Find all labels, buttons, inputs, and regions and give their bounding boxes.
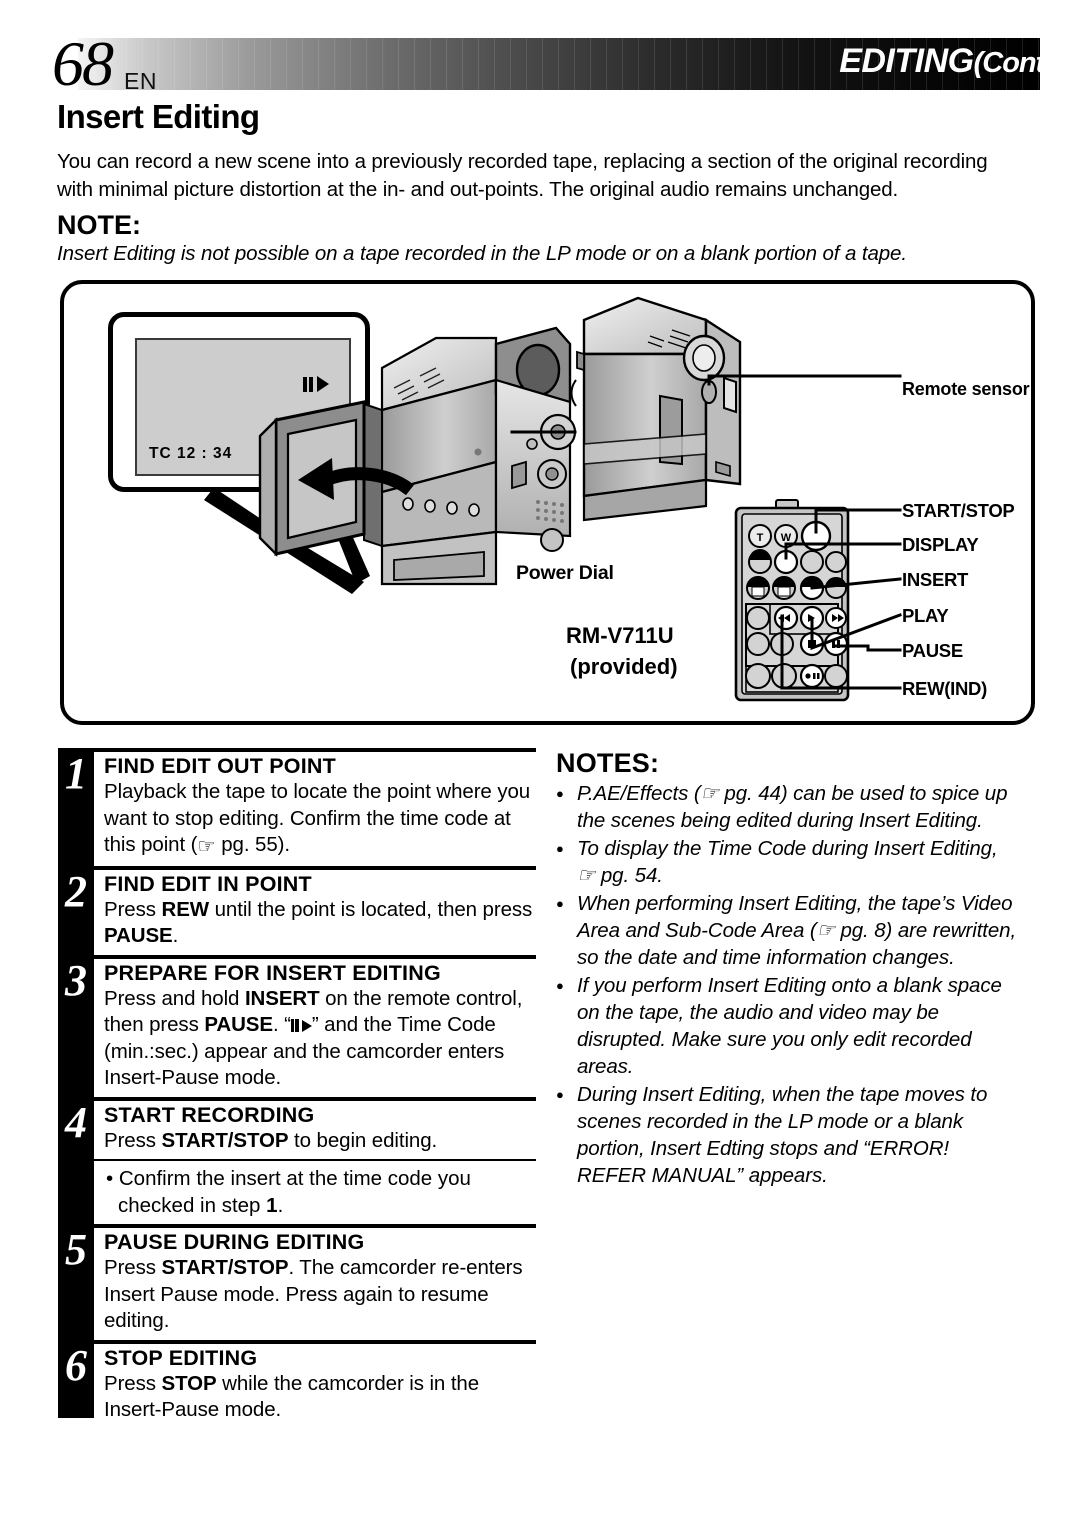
header-title-cont: (Cont.) (973, 47, 1061, 79)
remote-control-illustration: T W (734, 499, 850, 702)
step-2-text-c: . (172, 924, 179, 947)
page-header: 68 EN EDITING(Cont.) (0, 32, 1080, 96)
step-3-title: PREPARE FOR INSERT EDITING (104, 960, 441, 985)
step-3-text-c: . “ (272, 1013, 291, 1036)
step-2-key-rew: REW (161, 897, 210, 921)
note-item: To display the Time Code during Insert E… (556, 835, 1018, 889)
step-4-subnote-step-ref: 1 (266, 1193, 278, 1217)
insert-pause-icon-inline (290, 1019, 312, 1032)
label-remote-start-stop: START/STOP (902, 500, 1015, 521)
step-6-title: STOP EDITING (104, 1345, 258, 1370)
illustration-panel: TC 12 : 34 T W Remote sensor Power Dial … (60, 280, 1035, 725)
lcd-callout-bubble: TC 12 : 34 (108, 312, 370, 492)
step-2-key-pause: PAUSE (104, 924, 173, 947)
step-2-title: FIND EDIT IN POINT (104, 871, 312, 896)
svg-text:T: T (757, 532, 764, 544)
step-4: 4 START RECORDING Press START/STOP to be… (65, 1096, 536, 1160)
notes-heading: NOTES: (556, 748, 660, 778)
step-1-number: 1 (65, 749, 87, 798)
step-4-body: Press START/STOP to begin editing. (104, 1128, 536, 1160)
step-4-text-b: to begin editing. (288, 1128, 438, 1152)
step-1-text-b: pg. 55). (215, 833, 290, 856)
note-text: Insert Editing is not possible on a tape… (57, 242, 907, 265)
step-2-text-b: until the point is located, then press (209, 897, 533, 921)
step-5-number: 5 (65, 1225, 87, 1274)
step-4-subnote-text-b: . (277, 1193, 284, 1217)
insert-pause-icon (303, 376, 329, 392)
step-5-key-start-stop: START/STOP (161, 1256, 289, 1279)
note-item: During Insert Editing, when the tape mov… (556, 1081, 1018, 1189)
step-4-subnote-text-a: • Confirm the insert at the time code yo… (106, 1167, 471, 1217)
step-6-number: 6 (65, 1340, 87, 1390)
lcd-timecode: TC 12 : 34 (149, 445, 233, 462)
svg-text:W: W (781, 532, 792, 544)
step-6: 6 STOP EDITING Press STOP while the camc… (65, 1339, 536, 1429)
step-5: 5 PAUSE DURING EDITING Press START/STOP.… (65, 1224, 536, 1340)
step-4-text-a: Press (104, 1128, 162, 1152)
step-3-number: 3 (65, 955, 87, 1005)
steps-number-strip (58, 748, 94, 1418)
step-1-body: Playback the tape to locate the point wh… (104, 779, 536, 866)
step-3-text-a: Press and hold (104, 986, 245, 1010)
step-3-key-insert: INSERT (244, 986, 320, 1010)
label-remote-play: PLAY (902, 605, 949, 626)
step-6-text-a: Press (104, 1371, 162, 1395)
step-5-title: PAUSE DURING EDITING (104, 1230, 365, 1254)
label-remote-insert: INSERT (902, 569, 969, 590)
step-1-text-a: Playback the tape to locate the point wh… (104, 780, 531, 856)
step-4-subnote-body: • Confirm the insert at the time code yo… (106, 1161, 536, 1224)
step-6-key-stop: STOP (161, 1371, 217, 1395)
step-4-title: START RECORDING (104, 1102, 315, 1127)
label-remote-model: RM-V711U (566, 623, 674, 648)
note-item: If you perform Insert Editing onto a bla… (556, 972, 1018, 1080)
step-3: 3 PREPARE FOR INSERT EDITING Press and h… (65, 954, 536, 1097)
lcd-screen: TC 12 : 34 (135, 338, 351, 476)
label-remote-provided: (provided) (570, 654, 678, 679)
step-2: 2 FIND EDIT IN POINT Press REW until the… (65, 865, 536, 955)
procedure-steps: 1 FIND EDIT OUT POINT Playback the tape … (58, 748, 536, 1429)
step-5-body: Press START/STOP. The camcorder re-enter… (104, 1255, 536, 1340)
page-title: Insert Editing (57, 98, 260, 135)
step-6-body: Press STOP while the camcorder is in the… (104, 1371, 536, 1429)
header-title-main: EDITING (839, 42, 974, 80)
note-heading: NOTE: (57, 210, 141, 240)
step-2-text-a: Press (104, 897, 162, 921)
label-power-dial: Power Dial (516, 562, 614, 584)
step-2-body: Press REW until the point is located, th… (104, 897, 536, 955)
label-remote-rewind: REW(IND) (902, 678, 987, 699)
step-4-number: 4 (65, 1097, 87, 1147)
note-item: When performing Insert Editing, the tape… (556, 890, 1018, 971)
header-title: EDITING(Cont.) (839, 42, 1061, 81)
step-5-text-a: Press (104, 1256, 162, 1279)
page-number: 68 (52, 28, 114, 99)
step-3-key-pause: PAUSE (204, 1013, 273, 1036)
label-remote-pause: PAUSE (902, 640, 963, 661)
notes-section: NOTES: P.AE/Effects (☞ pg. 44) can be us… (556, 748, 1018, 1189)
camcorder-rear-illustration (570, 296, 742, 522)
step-1-title: FIND EDIT OUT POINT (104, 754, 336, 778)
note-item: P.AE/Effects (☞ pg. 44) can be used to s… (556, 780, 1018, 834)
language-code: EN (124, 68, 157, 94)
label-remote-display: DISPLAY (902, 534, 979, 555)
label-remote-sensor: Remote sensor (902, 379, 1030, 399)
step-3-body: Press and hold INSERT on the remote cont… (104, 986, 536, 1097)
pointing-hand-icon: ☞ (197, 835, 216, 858)
intro-paragraph: You can record a new scene into a previo… (57, 150, 988, 201)
notes-list: P.AE/Effects (☞ pg. 44) can be used to s… (556, 780, 1018, 1189)
step-4-key-start-stop: START/STOP (161, 1128, 289, 1152)
step-1: 1 FIND EDIT OUT POINT Playback the tape … (65, 748, 536, 866)
step-2-number: 2 (65, 866, 87, 916)
step-4-subnote: • Confirm the insert at the time code yo… (94, 1159, 536, 1224)
